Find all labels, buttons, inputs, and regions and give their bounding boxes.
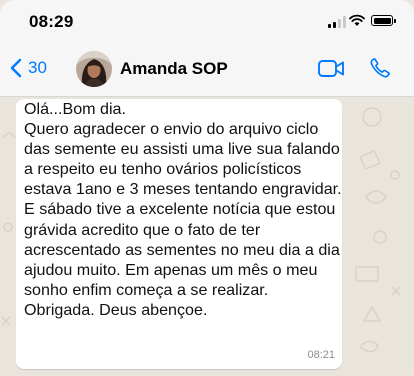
back-button[interactable]: 30 bbox=[10, 58, 47, 78]
chevron-left-icon bbox=[10, 58, 22, 78]
message-timestamp: 08:21 bbox=[307, 349, 335, 361]
status-bar: 08:29 bbox=[0, 0, 414, 42]
battery-icon bbox=[371, 15, 396, 26]
chat-header: 30 Amanda SOP bbox=[0, 42, 414, 97]
signal-icon bbox=[328, 16, 346, 28]
contact-name[interactable]: Amanda SOP bbox=[120, 59, 228, 79]
phone-icon[interactable] bbox=[369, 57, 391, 79]
unread-count: 30 bbox=[28, 58, 47, 77]
message-text: Olá...Bom dia. Quero agradecer o envio d… bbox=[24, 100, 342, 319]
avatar[interactable] bbox=[76, 51, 112, 87]
wifi-icon bbox=[349, 14, 365, 26]
phone-screen: 08:29 30 Amanda SOP Olá...Bom dia. Quero… bbox=[0, 0, 414, 376]
video-call-icon[interactable] bbox=[318, 59, 345, 78]
status-time: 08:29 bbox=[29, 12, 74, 31]
message-bubble[interactable]: Olá...Bom dia. Quero agradecer o envio d… bbox=[16, 99, 342, 369]
chat-area[interactable]: Olá...Bom dia. Quero agradecer o envio d… bbox=[0, 97, 414, 376]
